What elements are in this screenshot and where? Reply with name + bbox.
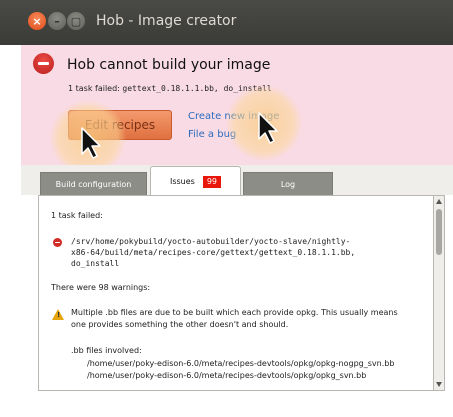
error-path-line: /srv/home/pokybuild/yocto-autobuilder/yo… <box>71 237 351 246</box>
involved-file-path: /home/user/poky-edison-6.0/meta/recipes-… <box>87 359 395 368</box>
tab-build-configuration[interactable]: Build configuration <box>40 172 147 195</box>
hob-window: × – ▢ Hob - Image creator Hob cannot bui… <box>0 0 453 417</box>
issues-scrollbar[interactable] <box>434 195 445 391</box>
close-icon[interactable]: × <box>28 12 46 30</box>
tab-issues[interactable]: Issues 99 <box>150 166 241 196</box>
scroll-down-icon[interactable] <box>436 382 442 387</box>
window-title: Hob - Image creator <box>96 13 237 29</box>
minimize-icon[interactable]: – <box>48 12 66 30</box>
issues-panel[interactable]: 1 task failed: /srv/home/pokybuild/yocto… <box>38 195 434 391</box>
warning-mark: ! <box>57 311 61 319</box>
error-path-line: x86-64/build/meta/recipes-core/gettext/g… <box>71 248 356 257</box>
notebook-tab-bar: Build configuration Issues 99 Log <box>21 165 453 196</box>
warning-text: one provides something the other doesn't… <box>71 320 289 329</box>
failed-task-label: 1 task failed: <box>68 84 120 93</box>
warning-text: Multiple .bb files are due to be built w… <box>71 308 398 317</box>
title-bar[interactable]: × – ▢ Hob - Image creator <box>0 0 453 45</box>
mouse-pointer-icon <box>81 127 101 159</box>
tab-log[interactable]: Log <box>243 172 333 195</box>
window-footer <box>21 391 453 417</box>
scrollbar-thumb[interactable] <box>436 209 442 255</box>
scroll-up-icon[interactable] <box>436 199 442 204</box>
tab-label: Build configuration <box>55 179 132 189</box>
error-icon <box>53 238 62 247</box>
mouse-pointer-icon <box>258 112 278 144</box>
files-involved-label: .bb files involved: <box>71 346 142 355</box>
issues-count-badge: 99 <box>202 175 222 188</box>
warnings-summary: There were 98 warnings: <box>51 283 151 292</box>
error-icon <box>33 53 54 74</box>
involved-file-path: /home/user/poky-edison-6.0/meta/recipes-… <box>87 371 367 380</box>
tab-label: Log <box>280 179 296 189</box>
maximize-icon[interactable]: ▢ <box>67 12 85 30</box>
tab-label: Issues <box>169 177 195 186</box>
error-path-line: do_install <box>71 259 120 268</box>
issues-summary: 1 task failed: <box>51 211 103 220</box>
error-heading: Hob cannot build your image <box>67 57 271 73</box>
